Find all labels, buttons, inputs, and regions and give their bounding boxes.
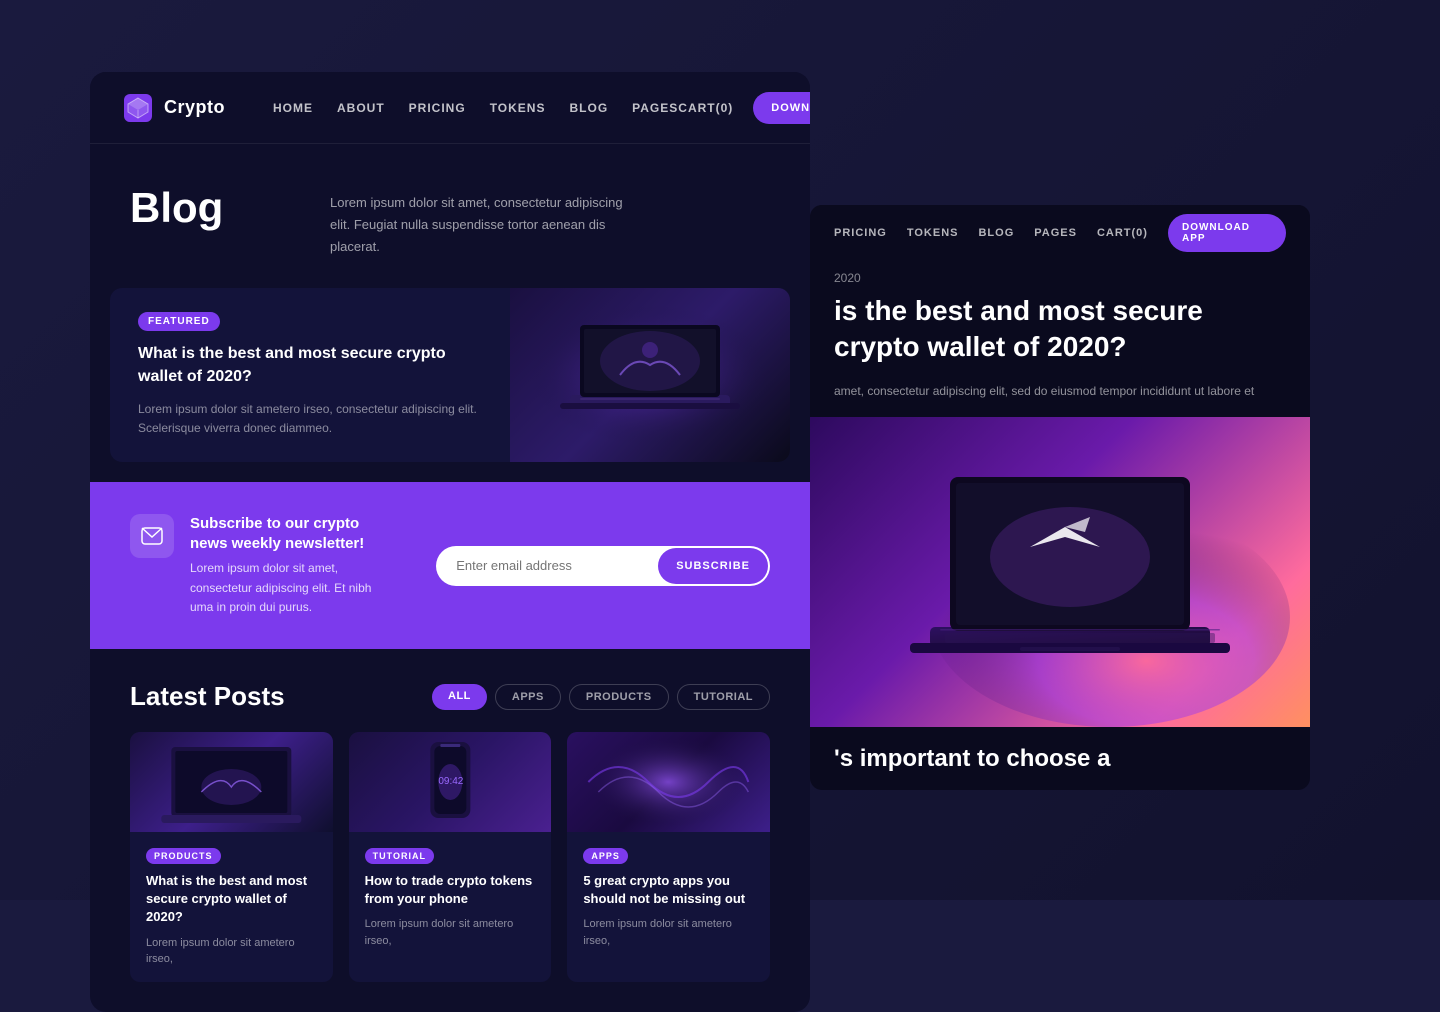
email-icon	[141, 527, 163, 545]
newsletter-form: SUBSCRIBE	[436, 546, 770, 586]
right-navbar: PRICING TOKENS BLOG PAGES CART(0) DOWNLO…	[810, 205, 1310, 261]
article-hero-image	[810, 417, 1310, 727]
article-title: is the best and most secure crypto walle…	[810, 285, 1310, 382]
right-nav-links: PRICING TOKENS BLOG PAGES	[834, 227, 1077, 239]
post-image-1	[130, 732, 333, 832]
filter-tutorial[interactable]: TUTORIAL	[677, 684, 770, 710]
nav-blog[interactable]: BLOG	[569, 101, 608, 115]
article-excerpt: amet, consectetur adipiscing elit, sed d…	[810, 382, 1310, 417]
newsletter-texts: Subscribe to our crypto news weekly news…	[190, 514, 396, 617]
nav-pricing[interactable]: PRICING	[409, 101, 466, 115]
post-card-3[interactable]: APPS 5 great crypto apps you should not …	[567, 732, 770, 982]
newsletter-section: Subscribe to our crypto news weekly news…	[90, 482, 810, 649]
post-image-3	[567, 732, 770, 832]
post-excerpt-2: Lorem ipsum dolor sit ametero irseo,	[365, 916, 536, 949]
nav-actions: CART(0) DOWNLOAD APP	[678, 92, 810, 124]
bottom-article-text: 's important to choose a	[810, 727, 1310, 790]
nav-home[interactable]: HOME	[273, 101, 313, 115]
featured-title: What is the best and most secure crypto …	[138, 343, 482, 388]
post-title-1: What is the best and most secure crypto …	[146, 872, 317, 927]
post-badge-2: TUTORIAL	[365, 848, 434, 864]
nav-pages[interactable]: PAGES	[632, 101, 678, 115]
featured-post[interactable]: FEATURED What is the best and most secur…	[110, 288, 790, 462]
email-icon-wrap	[130, 514, 174, 558]
cart-label[interactable]: CART(0)	[678, 101, 733, 115]
nav-links: HOME ABOUT PRICING TOKENS BLOG PAGES	[273, 101, 678, 115]
post-card-1[interactable]: PRODUCTS What is the best and most secur…	[130, 732, 333, 982]
email-input[interactable]	[436, 546, 656, 585]
right-nav-pages[interactable]: PAGES	[1034, 227, 1077, 239]
nav-tokens[interactable]: TOKENS	[490, 101, 546, 115]
posts-title: Latest Posts	[130, 681, 285, 712]
blog-title: Blog	[130, 184, 290, 232]
post-card-2[interactable]: 09:42 TUTORIAL How to trade crypto token…	[349, 732, 552, 982]
post-card-content-2: TUTORIAL How to trade crypto tokens from…	[349, 832, 552, 963]
right-download-button[interactable]: DOWNLOAD APP	[1168, 214, 1286, 252]
post-image-phone: 09:42	[349, 732, 552, 832]
post-card-content-1: PRODUCTS What is the best and most secur…	[130, 832, 333, 982]
right-nav-tokens[interactable]: TOKENS	[907, 227, 959, 239]
navbar: Crypto HOME ABOUT PRICING TOKENS BLOG PA…	[90, 72, 810, 144]
blog-header: Blog Lorem ipsum dolor sit amet, consect…	[90, 144, 810, 288]
nav-about[interactable]: ABOUT	[337, 101, 385, 115]
right-card: PRICING TOKENS BLOG PAGES CART(0) DOWNLO…	[810, 205, 1310, 790]
right-nav-blog[interactable]: BLOG	[978, 227, 1014, 239]
filter-all[interactable]: ALL	[432, 684, 487, 710]
hero-laptop-svg	[830, 417, 1290, 727]
post-badge-3: APPS	[583, 848, 628, 864]
logo-icon	[122, 92, 154, 124]
post-excerpt-1: Lorem ipsum dolor sit ametero irseo,	[146, 935, 317, 968]
download-app-button[interactable]: DOWNLOAD APP	[753, 92, 810, 124]
latest-posts-section: Latest Posts ALL APPS PRODUCTS TUTORIAL	[90, 649, 810, 1012]
filter-tabs: ALL APPS PRODUCTS TUTORIAL	[432, 684, 770, 710]
laptop-illustration	[520, 295, 780, 455]
post-image-laptop	[130, 732, 333, 832]
featured-excerpt: Lorem ipsum dolor sit ametero irseo, con…	[138, 400, 482, 438]
post-title-2: How to trade crypto tokens from your pho…	[365, 872, 536, 908]
post-badge-1: PRODUCTS	[146, 848, 221, 864]
featured-image	[510, 288, 790, 462]
filter-products[interactable]: PRODUCTS	[569, 684, 669, 710]
post-title-3: 5 great crypto apps you should not be mi…	[583, 872, 754, 908]
right-cart-label[interactable]: CART(0)	[1097, 227, 1148, 239]
subscribe-button[interactable]: SUBSCRIBE	[658, 548, 768, 584]
newsletter-desc: Lorem ipsum dolor sit amet, consectetur …	[190, 559, 396, 617]
newsletter-title: Subscribe to our crypto news weekly news…	[190, 514, 396, 553]
posts-header: Latest Posts ALL APPS PRODUCTS TUTORIAL	[130, 681, 770, 712]
featured-content: FEATURED What is the best and most secur…	[110, 288, 510, 462]
newsletter-left: Subscribe to our crypto news weekly news…	[130, 514, 396, 617]
post-excerpt-3: Lorem ipsum dolor sit ametero irseo,	[583, 916, 754, 949]
logo-area: Crypto	[122, 92, 225, 124]
post-card-content-3: APPS 5 great crypto apps you should not …	[567, 832, 770, 963]
logo-text: Crypto	[164, 97, 225, 118]
post-image-2: 09:42	[349, 732, 552, 832]
right-nav-pricing[interactable]: PRICING	[834, 227, 887, 239]
article-date: 2020	[810, 261, 1310, 285]
posts-grid: PRODUCTS What is the best and most secur…	[130, 732, 770, 982]
svg-text:09:42: 09:42	[438, 776, 463, 787]
main-card: Crypto HOME ABOUT PRICING TOKENS BLOG PA…	[90, 72, 810, 1012]
blog-description: Lorem ipsum dolor sit amet, consectetur …	[330, 184, 630, 258]
featured-badge: FEATURED	[138, 312, 220, 331]
post-image-waves	[567, 732, 770, 832]
filter-apps[interactable]: APPS	[495, 684, 561, 710]
